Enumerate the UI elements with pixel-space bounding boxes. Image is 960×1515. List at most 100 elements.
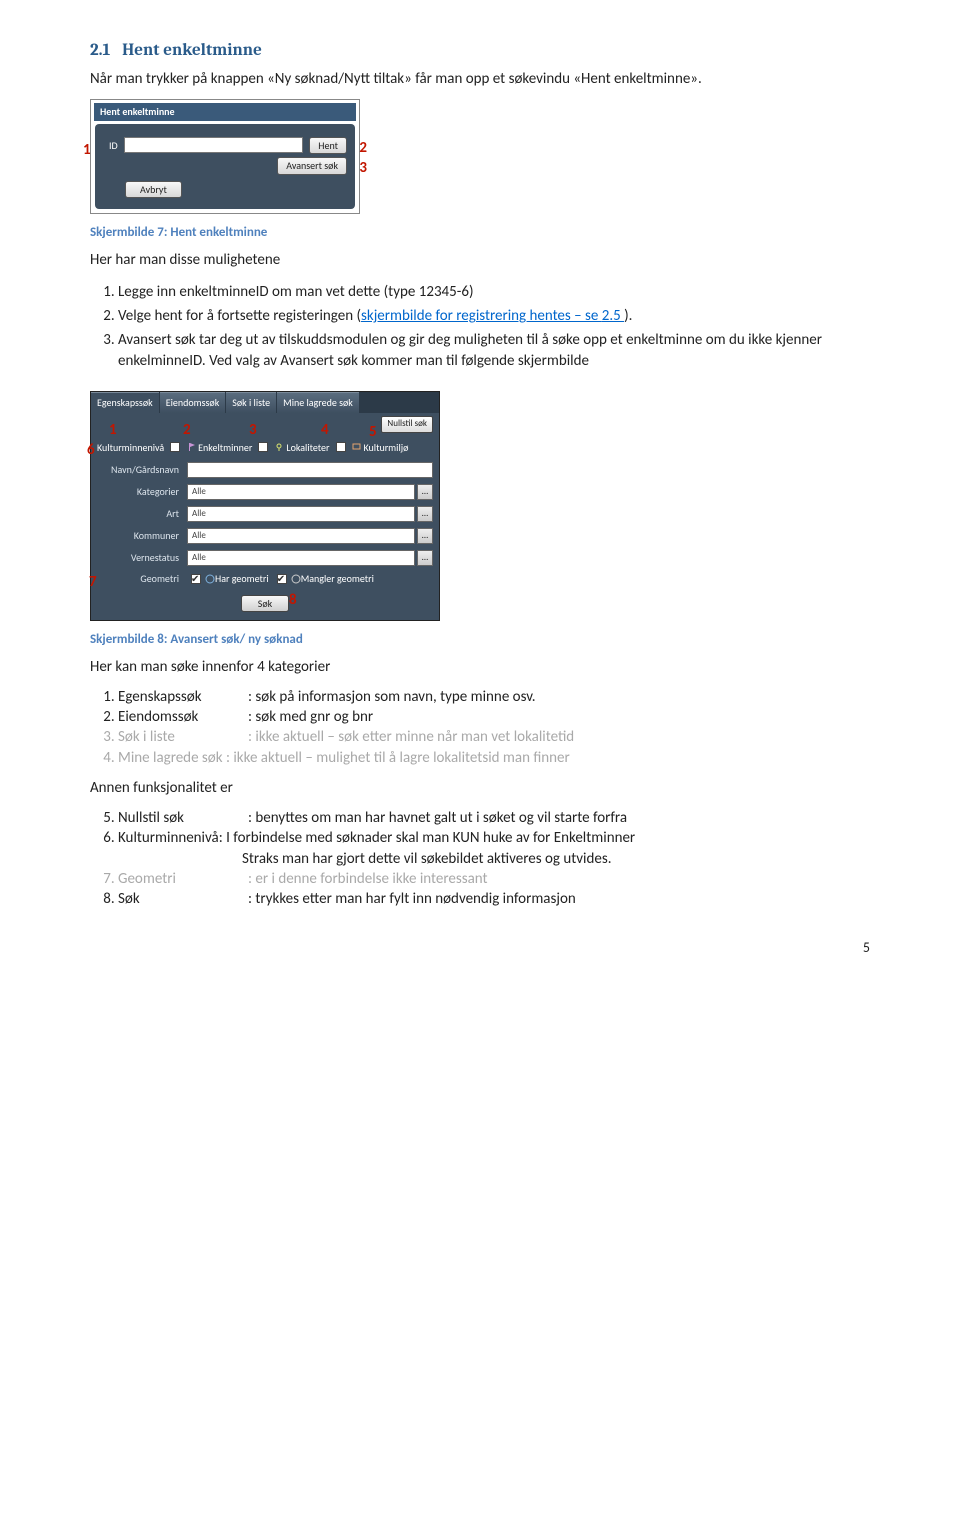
globe-icon <box>205 574 215 584</box>
annotation-7: 7 <box>89 572 97 592</box>
kulturmiljo-label: Kulturmiljø <box>364 441 409 455</box>
checkbox-mangler-geometri[interactable] <box>277 574 287 584</box>
tab-bar: Egenskapssøk Eiendomssøk Søk i liste Min… <box>91 392 439 414</box>
checkbox-enkeltminner[interactable] <box>170 442 180 452</box>
flag-icon <box>186 442 196 452</box>
numbered-list-1: Legge inn enkeltminneID om man vet dette… <box>118 280 870 373</box>
select-value: Alle <box>192 508 206 520</box>
kommuner-label: Kommuner <box>97 529 187 543</box>
tab-egenskapssok[interactable]: Egenskapssøk <box>91 392 159 414</box>
kommuner-dropdown-button[interactable]: … <box>417 528 433 544</box>
checkbox-har-geometri[interactable] <box>191 574 201 584</box>
annotation-2: 2 <box>183 420 191 440</box>
figure-caption-7: Skjermbilde 7: Hent enkeltminne <box>90 224 870 242</box>
lead-3: Annen funksjonalitet er <box>90 778 870 798</box>
list-item: Søk: trykkes etter man har fylt inn nødv… <box>118 889 870 909</box>
kulturminneniva-label: Kulturminnenivå <box>97 441 164 455</box>
heading-number: 2.1 <box>90 41 110 60</box>
screenshot-avansert-sok: 1 2 3 4 5 6 7 8 Egenskapssøk Eiendomssøk… <box>90 391 440 621</box>
annotation-3: 3 <box>249 420 257 440</box>
annotation-2: 2 <box>359 138 367 158</box>
list-item: Avansert søk tar deg ut av tilskuddsmodu… <box>118 328 870 373</box>
navn-input[interactable] <box>187 462 433 478</box>
select-value: Alle <box>192 530 206 542</box>
navn-label: Navn/Gårdsnavn <box>97 463 187 477</box>
link-section-2-5[interactable]: 2.5 <box>602 307 624 325</box>
annotation-3: 3 <box>359 158 367 178</box>
tab-eiendomssok[interactable]: Eiendomssøk <box>160 392 226 414</box>
item-desc: : er i denne forbindelse ikke interessan… <box>248 870 488 888</box>
annotation-8: 8 <box>289 590 297 610</box>
kommuner-select[interactable]: Alle <box>187 528 415 544</box>
kategorier-label: Kategorier <box>97 485 187 499</box>
kategorier-dropdown-button[interactable]: … <box>417 484 433 500</box>
vernestatus-label: Vernestatus <box>97 551 187 565</box>
screenshot-hent-enkeltminne: Hent enkeltminne 1 2 3 ID Hent Avansert … <box>90 99 360 214</box>
heading-title: Hent enkeltminne <box>122 41 262 60</box>
empty-globe-icon <box>291 574 301 584</box>
avbryt-button[interactable]: Avbryt <box>125 181 182 199</box>
kulturminneniva-row: Kulturminnenivå Enkeltminner Lokaliteter… <box>91 438 439 460</box>
art-select[interactable]: Alle <box>187 506 415 522</box>
mangler-geometri-label: Mangler geometri <box>301 572 374 586</box>
kategorier-select[interactable]: Alle <box>187 484 415 500</box>
link-skjermbilde[interactable]: skjermbilde for registrering hentes – se <box>361 307 602 325</box>
item-desc: : søk på informasjon som navn, type minn… <box>248 688 536 706</box>
tab-mine-lagrede-sok[interactable]: Mine lagrede søk <box>277 392 359 414</box>
item-term: Søk <box>118 889 248 909</box>
list-item: Eiendomssøk: søk med gnr og bnr <box>118 707 870 727</box>
figure-caption-8: Skjermbilde 8: Avansert søk/ ny søknad <box>90 631 870 649</box>
id-label: ID <box>109 139 118 153</box>
item-desc: : ikke aktuell – søk etter minne når man… <box>248 728 574 746</box>
geometri-label: Geometri <box>97 572 187 586</box>
enkeltminner-label: Enkeltminner <box>198 441 252 455</box>
list-text: ). <box>624 307 632 325</box>
item-term: Søk i liste <box>118 727 248 747</box>
annotation-1: 1 <box>109 420 117 440</box>
list-item: Legge inn enkeltminneID om man vet dette… <box>118 280 870 304</box>
list-text: Legge inn enkeltminneID om man vet dette… <box>118 283 474 301</box>
intro-paragraph: Når man trykker på knappen «Ny søknad/Ny… <box>90 69 870 89</box>
item-term: Eiendomssøk <box>118 707 248 727</box>
sok-button[interactable]: Søk <box>241 595 289 613</box>
list-item: Velge hent for å fortsette registeringen… <box>118 304 870 328</box>
list-item: Søk i liste: ikke aktuell – søk etter mi… <box>118 727 870 747</box>
item-term: Nullstil søk <box>118 808 248 828</box>
area-icon <box>352 442 362 452</box>
list-item: Egenskapssøk: søk på informasjon som nav… <box>118 687 870 707</box>
checkbox-lokaliteter[interactable] <box>258 442 268 452</box>
item-desc: : trykkes etter man har fylt inn nødvend… <box>248 890 576 908</box>
annotation-6: 6 <box>87 440 95 460</box>
item-text-continued: Straks man har gjort dette vil søkebilde… <box>242 849 611 869</box>
art-dropdown-button[interactable]: … <box>417 506 433 522</box>
hent-button[interactable]: Hent <box>309 137 347 155</box>
page-number: 5 <box>90 939 870 958</box>
item-desc: : ikke aktuell – mulighet til å lagre lo… <box>226 749 570 767</box>
lead-2: Her kan man søke innenfor 4 kategorier <box>90 657 870 677</box>
vernestatus-select[interactable]: Alle <box>187 550 415 566</box>
avansert-sok-button[interactable]: Avansert søk <box>277 157 347 175</box>
nullstil-sok-button[interactable]: Nullstil søk <box>381 416 433 432</box>
numbered-list-2: Egenskapssøk: søk på informasjon som nav… <box>118 687 870 768</box>
lokaliteter-label: Lokaliteter <box>286 441 329 455</box>
list-item: Kulturminnenivå: I forbindelse med søkna… <box>118 828 870 869</box>
item-text: Kulturminnenivå: I forbindelse med søkna… <box>118 829 635 847</box>
annotation-1: 1 <box>83 140 91 160</box>
checkbox-kulturmiljo[interactable] <box>336 442 346 452</box>
numbered-list-3: Nullstil søk: benyttes om man har havnet… <box>118 808 870 909</box>
har-geometri-label: Har geometri <box>215 572 269 586</box>
vernestatus-dropdown-button[interactable]: … <box>417 550 433 566</box>
list-item: Mine lagrede søk : ikke aktuell – muligh… <box>118 748 870 768</box>
tab-sok-i-liste[interactable]: Søk i liste <box>226 392 276 414</box>
window-title: Hent enkeltminne <box>94 103 356 121</box>
id-input[interactable] <box>124 137 304 153</box>
list-item: Geometri: er i denne forbindelse ikke in… <box>118 869 870 889</box>
item-term: Egenskapssøk <box>118 687 248 707</box>
list-text: Velge hent for å fortsette registeringen… <box>118 307 361 325</box>
item-term: Geometri <box>118 869 248 889</box>
annotation-4: 4 <box>321 420 329 440</box>
art-label: Art <box>97 507 187 521</box>
list-item: Nullstil søk: benyttes om man har havnet… <box>118 808 870 828</box>
location-icon <box>274 442 284 452</box>
item-desc: : benyttes om man har havnet galt ut i s… <box>248 809 627 827</box>
